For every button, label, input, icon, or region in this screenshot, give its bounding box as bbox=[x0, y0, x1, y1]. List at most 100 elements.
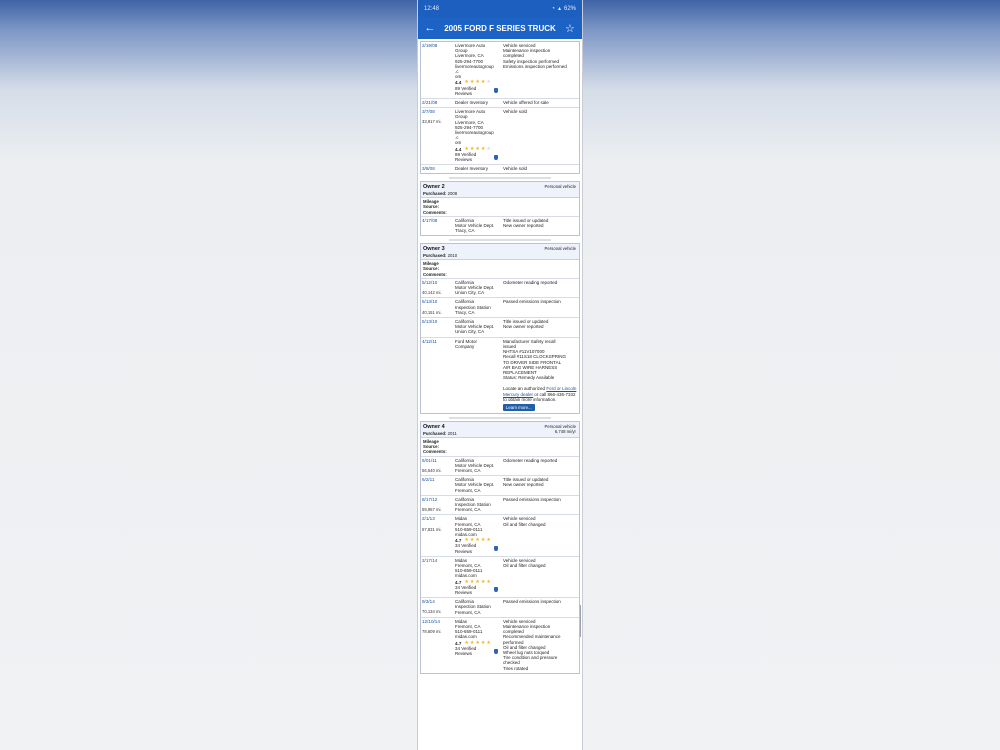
record-details-cell: Passed emissions inspection bbox=[503, 299, 578, 315]
record-date[interactable]: 9/3/14 bbox=[422, 599, 455, 604]
app-bar: ← 2005 FORD F SERIES TRUCK ☆ bbox=[418, 17, 582, 39]
source-line: midas.com bbox=[455, 634, 477, 640]
star-icon: ★ bbox=[486, 578, 491, 585]
table-row: 5/12/10 40,142 mi. California Motor Vehicle… bbox=[421, 279, 579, 298]
detail-line: Status: Remedy Available bbox=[503, 375, 555, 381]
record-date[interactable]: 6/01/11 bbox=[422, 458, 455, 463]
record-mileage: 56,540 mi. bbox=[422, 467, 442, 473]
reviews-line: Reviews bbox=[455, 651, 473, 657]
record-source-cell: Dealer Inventory bbox=[455, 100, 503, 105]
record-date[interactable]: 2/19/08 bbox=[422, 43, 455, 48]
record-details-cell: Vehicle serviced Oil and filter changed bbox=[503, 558, 578, 595]
record-source-cell: Midas Fremont, CA 510-659-0111 midas.com 4.7… bbox=[455, 619, 503, 671]
record-date[interactable]: 4/12/11 bbox=[422, 339, 455, 344]
owner-type: Personal vehicle 6,748 mi/yr bbox=[544, 424, 576, 434]
detail-line: New owner reported bbox=[503, 324, 544, 330]
record-date-cell: 4/12/11 bbox=[422, 339, 455, 411]
record-source-cell: Dealer Inventory bbox=[455, 166, 503, 171]
record-source-cell: California Motor Vehicle Dept. Fremont, CA bbox=[455, 477, 503, 493]
source-line: Company bbox=[455, 343, 475, 349]
record-date-cell: 6/2/11 bbox=[422, 477, 455, 493]
source-line: Fremont, CA bbox=[455, 507, 481, 513]
record-date-cell: 9/3/14 70,134 mi. bbox=[422, 599, 455, 615]
divider bbox=[419, 236, 581, 243]
battery-level: 62% bbox=[563, 5, 576, 12]
record-date-cell: 5/13/10 40,151 mi. bbox=[422, 299, 455, 315]
verified-reviews[interactable]: 34 Verified Reviews bbox=[455, 543, 501, 554]
table-row: 5/13/10 California Motor Vehicle Dept. Unio… bbox=[421, 317, 579, 337]
detail-line: New owner reported bbox=[503, 223, 544, 229]
record-date-cell: 2/1/13 67,831 mi. bbox=[422, 516, 455, 553]
record-source-cell: California Inspection Station Fremont, CA bbox=[455, 599, 503, 615]
star-outline-icon[interactable]: ☆ bbox=[564, 22, 576, 35]
shield-icon bbox=[494, 587, 498, 593]
record-date[interactable]: 5/13/10 bbox=[422, 319, 455, 324]
record-date-cell: 3/7/08 33,917 mi. bbox=[422, 109, 455, 162]
record-date[interactable]: 4/17/08 bbox=[422, 218, 455, 223]
status-time: 12:48 bbox=[424, 5, 440, 12]
arrow-left-icon[interactable]: ← bbox=[424, 22, 436, 34]
record-date[interactable]: 12/10/14 bbox=[422, 619, 455, 624]
detail-line: New owner reported bbox=[503, 482, 544, 488]
reviews-text: 89 Verified Reviews bbox=[455, 152, 476, 162]
reviews-text: 89 Verified Reviews bbox=[455, 86, 476, 96]
record-date[interactable]: 2/1/13 bbox=[422, 516, 455, 521]
owner-header: Owner 4 Purchased: 2011 Personal vehicle 6,… bbox=[421, 422, 579, 438]
record-details-cell: Vehicle serviced Oil and filter changed bbox=[503, 516, 578, 553]
table-row: 8/17/12 59,957 mi. California Inspection St… bbox=[421, 494, 579, 515]
record-date-cell: 12/10/14 78,609 mi. bbox=[422, 619, 455, 671]
source-line: Dealer Inventory bbox=[455, 100, 489, 106]
record-date[interactable]: 2/21/08 bbox=[422, 100, 455, 105]
table-row: 2/1/13 67,831 mi. Midas Fremont, CA 510-659-… bbox=[421, 514, 579, 555]
record-date[interactable]: 8/17/12 bbox=[422, 497, 455, 502]
reviews-text: 34 Verified Reviews bbox=[455, 585, 476, 595]
table-row: 2/19/08 Livermore Auto Group Livermore, CA 9… bbox=[421, 42, 579, 98]
star-icon: ★ bbox=[480, 145, 486, 152]
record-date[interactable]: 6/2/11 bbox=[422, 477, 455, 482]
shield-icon bbox=[494, 88, 498, 94]
table-row: 5/13/10 40,151 mi. California Inspection St… bbox=[421, 297, 579, 317]
scrollbar[interactable] bbox=[580, 605, 581, 637]
verified-reviews[interactable]: 89 Verified Reviews bbox=[455, 86, 501, 96]
verified-reviews[interactable]: 89 Verified Reviews bbox=[455, 152, 501, 162]
record-date[interactable]: 5/13/10 bbox=[422, 299, 455, 304]
record-details-cell: Vehicle offered for sale bbox=[503, 100, 578, 105]
purchased-year: 2008 bbox=[447, 190, 458, 196]
reviews-text: 34 Verified Reviews bbox=[455, 646, 476, 656]
reviews-line: Reviews bbox=[455, 90, 473, 96]
detail-line: Vehicle offered for sale bbox=[503, 100, 549, 106]
detail-line: Vehicle sold bbox=[503, 109, 528, 115]
verified-reviews[interactable]: 34 Verified Reviews bbox=[455, 585, 501, 595]
record-mileage: 67,831 mi. bbox=[422, 526, 442, 532]
owner-purchased: Purchased: 2008 bbox=[423, 191, 577, 196]
purchased-year: 2010 bbox=[447, 252, 458, 258]
record-date[interactable]: 5/12/10 bbox=[422, 280, 455, 285]
owner-1-records: 2/19/08 Livermore Auto Group Livermore, CA 9… bbox=[420, 41, 580, 175]
star-icon: ★ bbox=[486, 537, 491, 544]
owner-header: Owner 3 Purchased: 2010 Personal vehicle bbox=[421, 244, 579, 260]
divider bbox=[419, 414, 581, 421]
detail-line: Odometer reading reported bbox=[503, 457, 558, 463]
verified-reviews[interactable]: 34 Verified Reviews bbox=[455, 646, 501, 656]
source-line: Tracy, CA bbox=[455, 228, 475, 234]
record-date[interactable]: 2/17/14 bbox=[422, 558, 455, 563]
star-icon: ★ bbox=[480, 537, 486, 544]
table-row: 12/10/14 78,609 mi. Midas Fremont, CA 510-65… bbox=[421, 616, 579, 673]
purchased-label: Purchased: bbox=[423, 430, 447, 436]
star-icon: ★ bbox=[480, 639, 486, 646]
learn-more-button[interactable]: Learn more... bbox=[503, 403, 535, 412]
purchased-year: 2011 bbox=[447, 430, 457, 436]
record-details-cell: Title issued or updated New owner reporte… bbox=[503, 218, 578, 234]
source-line: Union City, CA bbox=[455, 329, 485, 335]
record-mileage: 78,609 mi. bbox=[422, 629, 442, 634]
purchased-label: Purchased: bbox=[423, 252, 447, 258]
record-date-cell: 6/01/11 56,540 mi. bbox=[422, 458, 455, 474]
table-row: 4/17/08 California Motor Vehicle Dept. Trac… bbox=[421, 217, 579, 236]
record-date[interactable]: 3/8/08 bbox=[422, 166, 455, 171]
record-date[interactable]: 3/7/08 bbox=[422, 109, 455, 114]
source-line: Fremont, CA bbox=[455, 487, 481, 493]
table-row: 2/21/08 Dealer Inventory Vehicle offered f… bbox=[421, 98, 579, 107]
reviews-text: 34 Verified Reviews bbox=[455, 543, 476, 553]
star-icon: ★ bbox=[480, 79, 486, 86]
vehicle-use-type: Personal vehicle bbox=[544, 246, 576, 252]
